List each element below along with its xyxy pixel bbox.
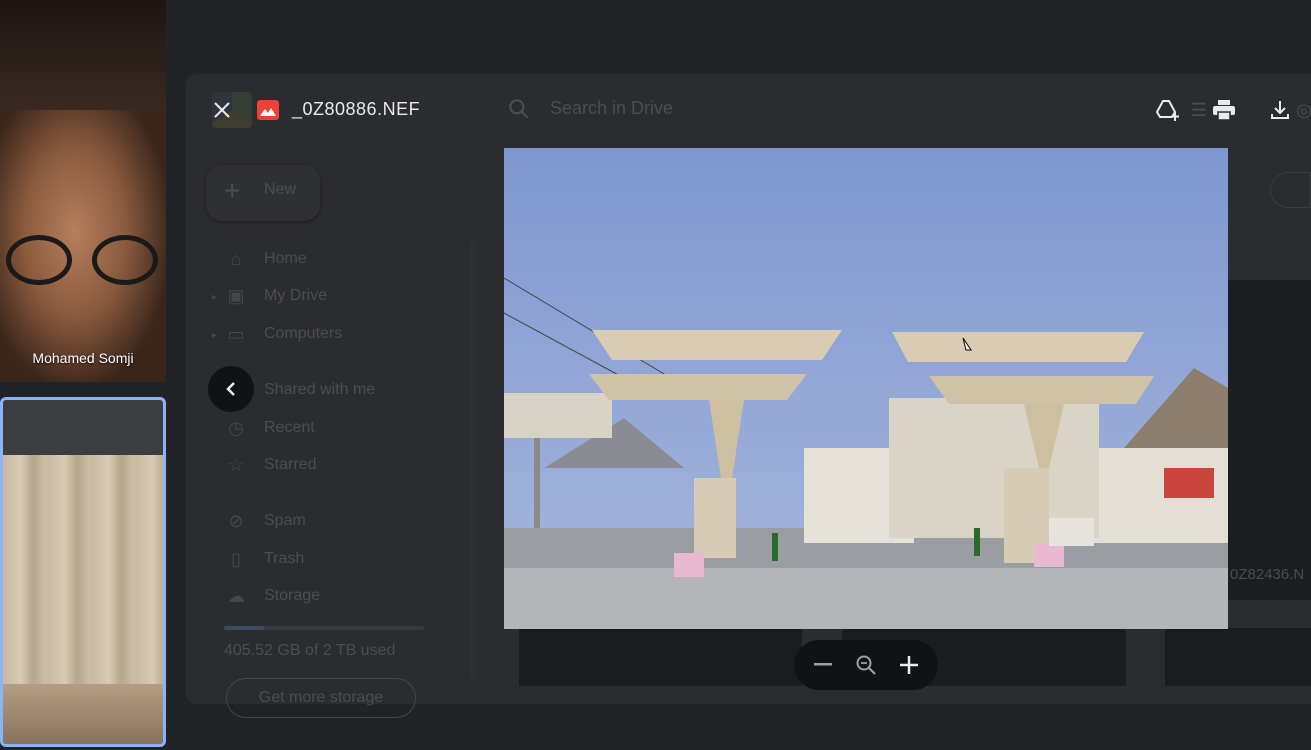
background-file-thumbnail (1228, 280, 1311, 600)
plus-icon: + (224, 175, 241, 206)
sidebar-item-recent[interactable]: ◷ Recent (224, 416, 315, 440)
background-file-tile (519, 628, 802, 686)
storage-progress-bar (224, 626, 424, 630)
spam-icon: ⊘ (228, 511, 244, 531)
cloud-icon: ☁ (227, 586, 245, 606)
zoom-reset-button[interactable] (848, 647, 884, 683)
sidebar-item-label: Recent (264, 419, 315, 436)
print-icon (1213, 100, 1235, 121)
sidebar-item-label: Shared with me (264, 381, 376, 398)
video-foreground (3, 684, 163, 744)
self-video-tile[interactable] (0, 397, 166, 747)
view-toggle-button[interactable] (1270, 172, 1311, 208)
add-to-drive-button[interactable] (1154, 96, 1182, 124)
sidebar-item-trash[interactable]: ▯ Trash (224, 547, 304, 571)
sidebar-item-storage[interactable]: ☁ Storage (224, 584, 320, 608)
new-button[interactable]: + New (206, 165, 320, 221)
sidebar-item-home[interactable]: ⌂ Home (224, 247, 307, 271)
star-icon: ☆ (227, 455, 245, 475)
sidebar-scrollbar[interactable] (470, 240, 476, 680)
participant-glasses (0, 235, 166, 285)
viewer-file-name: _0Z80886.NEF (292, 99, 421, 119)
search-icon (509, 99, 529, 119)
storage-progress-fill (224, 626, 264, 630)
preview-image (504, 148, 1228, 629)
zoom-toolbar (794, 640, 938, 690)
print-button[interactable] (1210, 96, 1238, 124)
check-circle-icon: ◎ (1296, 99, 1311, 120)
participant-video-tile[interactable]: Mohamed Somji (0, 0, 166, 382)
search-input[interactable]: Search in Drive (550, 98, 673, 119)
zoom-out-icon (814, 663, 833, 666)
sidebar-item-computers[interactable]: ▭ Computers (224, 322, 342, 346)
participant-name: Mohamed Somji (32, 350, 134, 366)
sidebar-item-my-drive[interactable]: ▣ My Drive (224, 284, 327, 308)
sidebar-item-starred[interactable]: ☆ Starred (224, 453, 317, 477)
sidebar-item-label: Home (264, 250, 307, 267)
sidebar-item-label: Starred (264, 456, 317, 473)
download-icon (1271, 101, 1289, 119)
details-icon[interactable]: ☰ (1190, 96, 1208, 124)
image-file-icon (257, 100, 279, 120)
my-drive-icon: ▣ (227, 286, 245, 306)
trash-icon: ▯ (231, 549, 241, 569)
zoom-reset-icon (856, 655, 876, 675)
home-icon: ⌂ (230, 249, 242, 269)
get-more-storage-button[interactable]: Get more storage (226, 678, 416, 718)
zoom-in-icon (899, 656, 918, 674)
zoom-in-button[interactable] (891, 647, 927, 683)
expand-caret-icon[interactable]: ▸ (212, 292, 217, 303)
close-icon (214, 102, 230, 118)
sidebar-item-label: My Drive (264, 287, 328, 304)
storage-usage-text: 405.52 GB of 2 TB used (224, 642, 396, 659)
sidebar-item-spam[interactable]: ⊘ Spam (224, 509, 306, 533)
sidebar-item-label: Computers (264, 325, 343, 342)
gas-station-photo (504, 148, 1228, 629)
zoom-out-button[interactable] (805, 647, 841, 683)
clock-icon: ◷ (228, 418, 244, 438)
sidebar-item-label: Trash (264, 550, 305, 567)
expand-caret-icon[interactable]: ▸ (212, 330, 217, 341)
background-file-tile (1165, 628, 1311, 686)
chevron-left-icon (226, 382, 235, 396)
new-button-label: New (264, 181, 297, 198)
add-to-drive-icon (1155, 100, 1179, 121)
close-viewer-button[interactable] (206, 94, 238, 126)
previous-file-button[interactable] (208, 366, 254, 412)
sidebar-item-label: Storage (264, 587, 321, 604)
screen: Mohamed Somji Search in Drive + New ⌂ Hom… (0, 0, 1311, 750)
background-file-name: 0Z82436.N (1230, 566, 1305, 583)
sidebar-item-label: Spam (264, 512, 306, 529)
computers-icon: ▭ (227, 324, 245, 344)
